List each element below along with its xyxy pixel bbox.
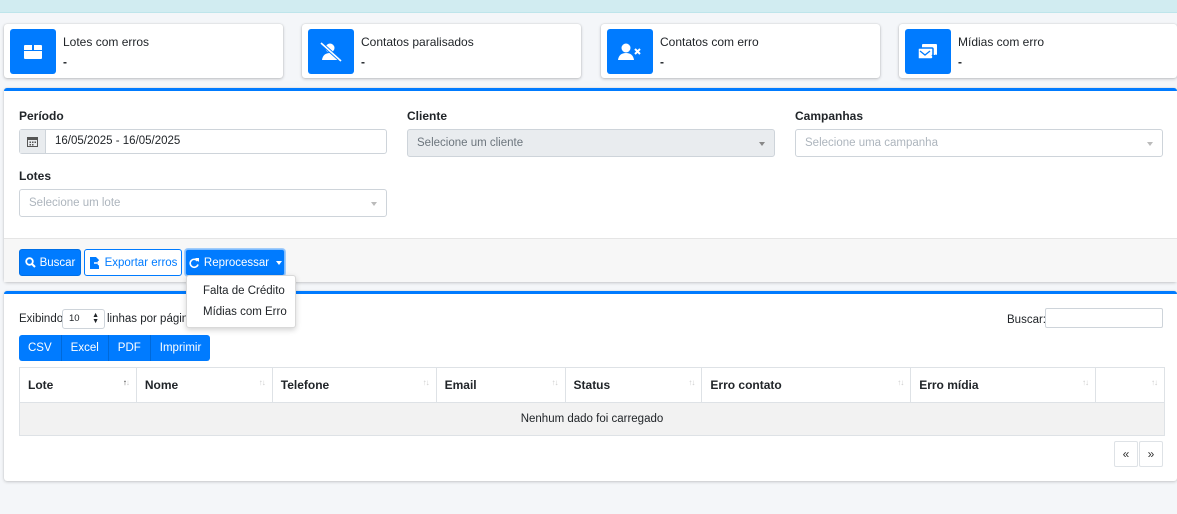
pager-prev-button[interactable]: « (1114, 441, 1138, 467)
date-range-input[interactable]: 16/05/2025 - 16/05/2025 (19, 129, 387, 154)
pager-next-button[interactable]: » (1139, 441, 1163, 467)
column-label: Erro contato (710, 378, 782, 392)
media-x-icon (905, 29, 951, 74)
lotes-placeholder: Selecione um lote (29, 197, 121, 209)
pdf-button[interactable]: PDF (109, 335, 151, 361)
search-label: Buscar: (1007, 314, 1046, 326)
stat-card-lotes: Lotes com erros - (4, 24, 283, 78)
stat-card-contatos-erro: Contatos com erro - (601, 24, 880, 78)
stat-card-contatos-paralisados: Contatos paralisados - (302, 24, 581, 78)
excel-button[interactable]: Excel (62, 335, 109, 361)
reprocessar-dropdown-button[interactable]: Reprocessar (185, 249, 285, 276)
chevron-down-icon (371, 202, 377, 206)
column-email[interactable]: Email ↑↓ (435, 367, 566, 403)
chevron-down-icon (1147, 142, 1153, 146)
exportar-erros-button[interactable]: Exportar erros (84, 249, 182, 276)
stat-value: - (63, 55, 67, 69)
filter-card: Período 16/05/2025 - 16/05/2025 Cliente … (4, 88, 1177, 282)
column-actions[interactable]: ↑↓ (1095, 367, 1165, 403)
column-label: Status (573, 378, 611, 392)
sort-icon: ↑↓ (688, 378, 695, 387)
empty-message: Nenhum dado foi carregado (19, 402, 1165, 436)
exportar-label: Exportar erros (104, 256, 178, 269)
box-icon (10, 29, 56, 74)
sort-icon: ↑↓ (122, 378, 130, 387)
campanhas-select[interactable]: Selecione uma campanha (795, 129, 1163, 157)
file-export-icon (89, 256, 101, 269)
stat-title: Contatos com erro (660, 35, 759, 49)
column-telefone[interactable]: Telefone ↑↓ (271, 367, 437, 403)
date-range-value: 16/05/2025 - 16/05/2025 (55, 135, 181, 147)
length-suffix: linhas por página (107, 313, 195, 325)
sort-icon: ↑↓ (1151, 378, 1158, 387)
stat-title: Contatos paralisados (361, 35, 474, 49)
calendar-icon (20, 130, 46, 153)
table-row: Nenhum dado foi carregado (19, 402, 1165, 436)
cliente-placeholder: Selecione um cliente (417, 137, 524, 149)
user-slash-icon (308, 29, 354, 74)
lotes-select[interactable]: Selecione um lote (19, 189, 387, 217)
stat-value: - (361, 55, 365, 69)
stat-title: Lotes com erros (63, 35, 150, 49)
table-header-row: Lote ↑↓ Nome ↑↓ Telefone ↑↓ Email ↑↓ Status ↑… (19, 367, 1165, 403)
dropdown-item-falta-credito[interactable]: Falta de Crédito (203, 285, 285, 297)
sort-icon: ↑↓ (422, 378, 430, 387)
sort-icon: ↑↓ (1082, 378, 1089, 387)
stat-card-midias-erro: Mídias com erro - (899, 24, 1177, 78)
periodo-label: Período (19, 109, 64, 123)
column-label: Nome (144, 378, 179, 392)
top-alert-bar (0, 0, 1177, 13)
caret-down-icon (276, 260, 283, 265)
sort-icon: ↑↓ (551, 378, 559, 387)
user-x-icon (607, 29, 653, 74)
column-status[interactable]: Status ↑↓ (564, 367, 703, 403)
column-label: Erro mídia (919, 378, 979, 392)
reprocessar-label: Reprocessar (203, 256, 270, 269)
search-icon (24, 257, 36, 268)
stat-value: - (660, 55, 664, 69)
print-button[interactable]: Imprimir (151, 335, 211, 361)
chevron-down-icon (759, 142, 765, 146)
buscar-button[interactable]: Buscar (19, 249, 81, 276)
redo-icon (189, 257, 199, 268)
column-erro-midia[interactable]: Erro mídia ↑↓ (910, 367, 1096, 403)
filter-actions: Buscar Exportar erros Reprocessar (4, 238, 1177, 282)
sort-icon: ↑↓ (897, 378, 904, 387)
cliente-select[interactable]: Selecione um cliente (407, 129, 775, 157)
column-label: Lote (28, 378, 54, 392)
lotes-label: Lotes (19, 169, 52, 183)
export-button-group: CSV Excel PDF Imprimir (19, 335, 211, 361)
stat-value: - (958, 55, 962, 69)
updown-icon: ▲ ▼ (92, 312, 99, 325)
dropdown-item-midias-erro[interactable]: Mídias com Erro (203, 306, 287, 318)
reprocessar-dropdown-menu: Falta de Crédito Mídias com Erro (186, 275, 296, 328)
csv-button[interactable]: CSV (19, 335, 62, 361)
column-nome[interactable]: Nome ↑↓ (135, 367, 273, 403)
column-lote[interactable]: Lote ↑↓ (19, 367, 137, 403)
table-search-input[interactable] (1045, 308, 1163, 328)
cliente-label: Cliente (407, 109, 448, 123)
campanhas-placeholder: Selecione uma campanha (805, 137, 938, 149)
stats-row: Lotes com erros - Contatos paralisados -… (4, 24, 1177, 78)
campanhas-label: Campanhas (795, 109, 864, 123)
column-label: Email (444, 378, 477, 392)
column-label: Telefone (280, 378, 330, 392)
errors-table: Lote ↑↓ Nome ↑↓ Telefone ↑↓ Email ↑↓ Status ↑… (19, 367, 1165, 436)
column-erro-contato[interactable]: Erro contato ↑↓ (701, 367, 912, 403)
sort-icon: ↑↓ (258, 378, 266, 387)
page-length-select[interactable]: 10 ▲ ▼ (62, 309, 105, 329)
buscar-label: Buscar (39, 256, 76, 269)
table-card: Exibindo 10 ▲ ▼ linhas por página Buscar:… (4, 291, 1177, 481)
page-length-value: 10 (69, 313, 80, 324)
stat-title: Mídias com erro (958, 35, 1045, 49)
length-prefix: Exibindo (19, 313, 64, 325)
